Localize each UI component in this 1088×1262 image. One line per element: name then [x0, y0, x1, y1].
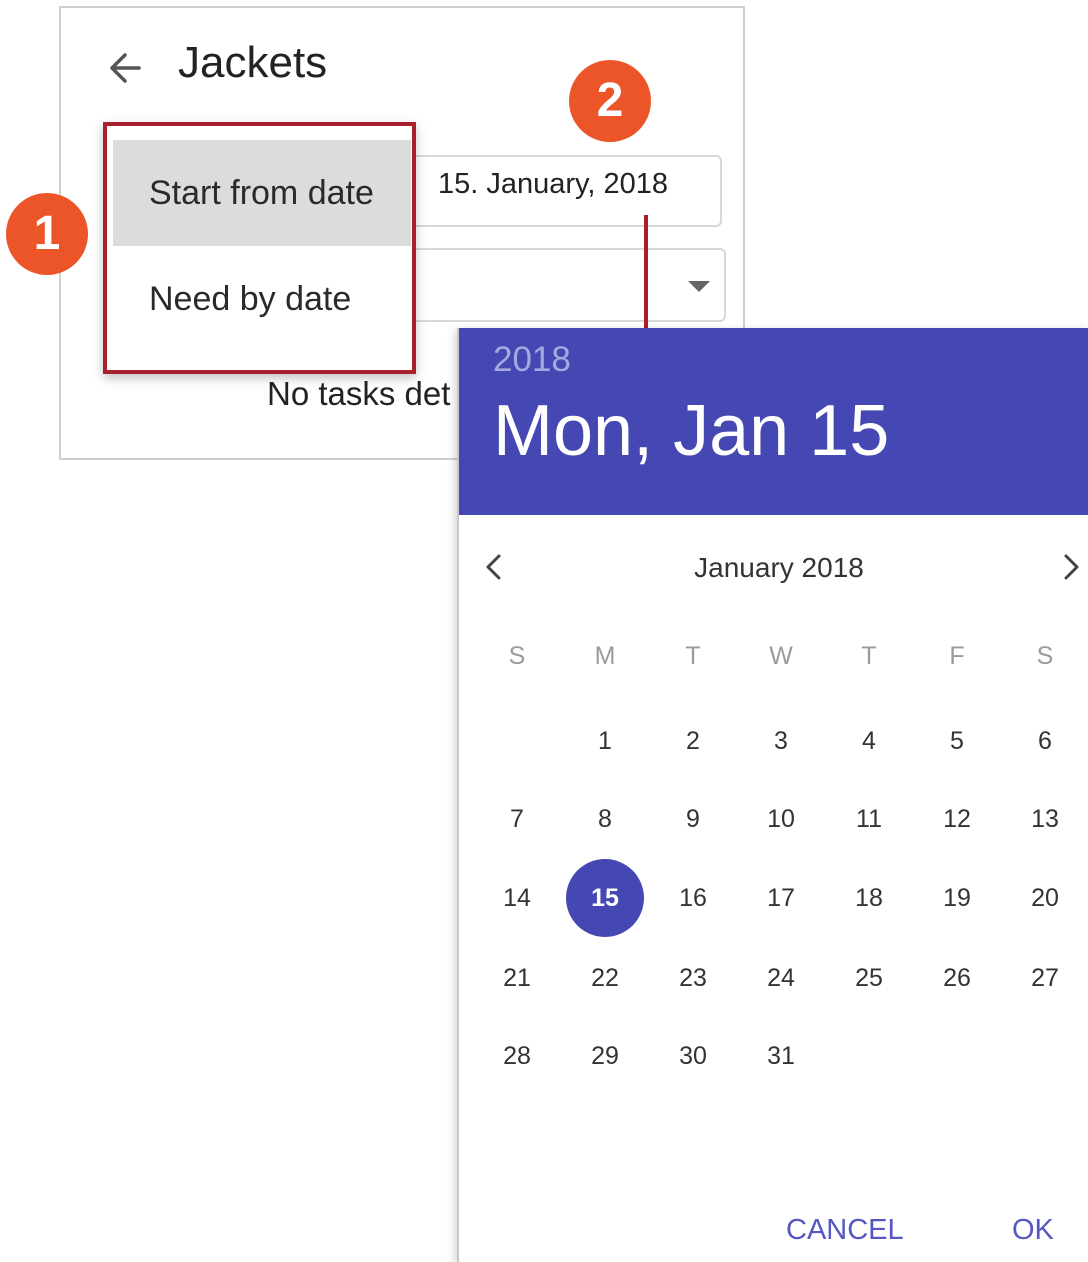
step-badge-1: 1 — [6, 193, 88, 275]
cancel-button[interactable]: CANCEL — [786, 1214, 904, 1247]
calendar-day[interactable]: 28 — [487, 1017, 547, 1095]
step-badge-2: 2 — [569, 60, 651, 142]
calendar-day[interactable]: 31 — [751, 1017, 811, 1095]
calendar-day[interactable]: 17 — [751, 859, 811, 937]
calendar-day[interactable]: 2 — [663, 702, 723, 780]
calendar-day[interactable]: 12 — [927, 780, 987, 858]
calendar-day[interactable]: 11 — [839, 780, 899, 858]
calendar-day[interactable]: 7 — [487, 780, 547, 858]
calendar-day[interactable]: 16 — [663, 859, 723, 937]
calendar-day[interactable]: 10 — [751, 780, 811, 858]
ok-button[interactable]: OK — [1012, 1214, 1054, 1247]
calendar-day[interactable]: 21 — [487, 939, 547, 1017]
calendar-day[interactable]: 25 — [839, 939, 899, 1017]
calendar-day[interactable]: 3 — [751, 702, 811, 780]
calendar-day[interactable]: 27 — [1015, 939, 1075, 1017]
calendar-day[interactable]: 29 — [575, 1017, 635, 1095]
calendar-day[interactable]: 22 — [575, 939, 635, 1017]
calendar-day[interactable]: 5 — [927, 702, 987, 780]
date-picker-dialog: 2018 Mon, Jan 15 January 2018 S M T W T … — [457, 328, 1088, 1262]
calendar-day[interactable]: 18 — [839, 859, 899, 937]
calendar-day-selected[interactable]: 15 — [566, 859, 644, 937]
calendar-day[interactable]: 20 — [1015, 859, 1075, 937]
calendar-day[interactable]: 13 — [1015, 780, 1075, 858]
calendar-day[interactable]: 4 — [839, 702, 899, 780]
date-type-menu: Start from date Need by date — [103, 122, 416, 374]
calendar-day[interactable]: 9 — [663, 780, 723, 858]
menu-item-start-from-date[interactable]: Start from date — [113, 140, 411, 246]
calendar-day[interactable]: 6 — [1015, 702, 1075, 780]
page-title: Jackets — [178, 38, 328, 87]
calendar-day[interactable]: 26 — [927, 939, 987, 1017]
menu-item-need-by-date[interactable]: Need by date — [113, 246, 411, 352]
calendar-day[interactable]: 19 — [927, 859, 987, 937]
calendar-day[interactable]: 24 — [751, 939, 811, 1017]
calendar-day[interactable]: 8 — [575, 780, 635, 858]
back-arrow-icon[interactable] — [105, 48, 145, 88]
calendar-day[interactable]: 23 — [663, 939, 723, 1017]
date-field-value: 15. January, 2018 — [438, 168, 669, 200]
calendar-grid: 1 2 3 4 5 6 7 8 9 10 11 12 13 14 15 16 17 18 19 20 21 22 23 24 2… — [459, 328, 1088, 1262]
calendar-day[interactable]: 1 — [575, 702, 635, 780]
calendar-day[interactable]: 14 — [487, 859, 547, 937]
empty-tasks-message: No tasks det — [267, 375, 451, 412]
dropdown-caret-icon[interactable] — [688, 281, 710, 292]
calendar-day[interactable]: 30 — [663, 1017, 723, 1095]
